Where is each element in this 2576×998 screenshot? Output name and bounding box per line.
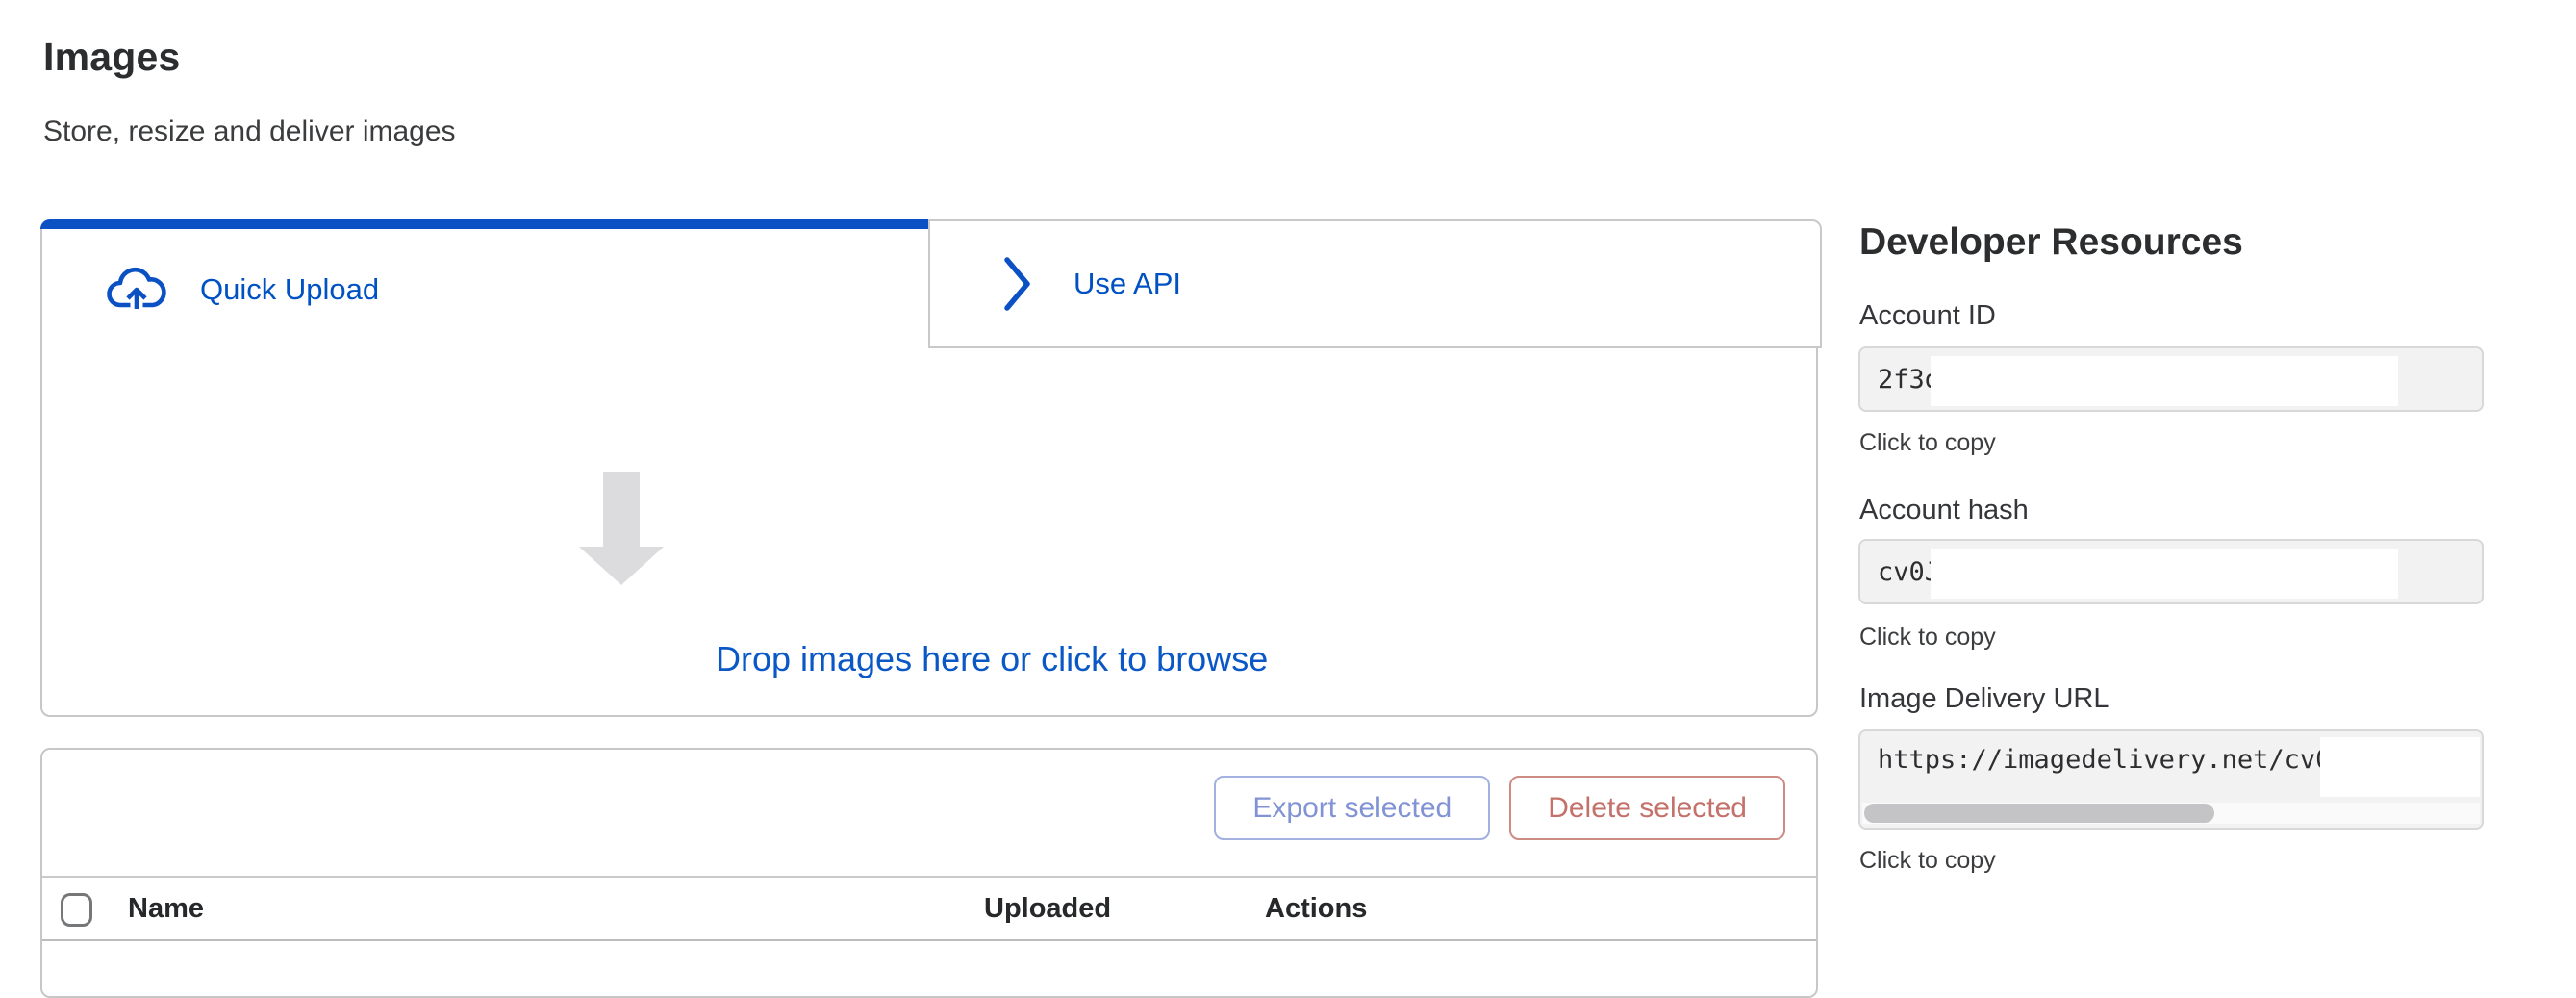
export-selected-button[interactable]: Export selected (1214, 776, 1490, 840)
account-id-label: Account ID (1859, 300, 1996, 332)
column-header-name: Name (128, 893, 204, 925)
select-all-checkbox[interactable] (61, 893, 92, 927)
horizontal-scrollbar (1862, 803, 2480, 824)
column-header-actions: Actions (1265, 893, 1367, 925)
page-subtitle: Store, resize and deliver images (43, 115, 456, 148)
scrollbar-thumb[interactable] (1864, 804, 2214, 823)
delivery-url-copy-hint[interactable]: Click to copy (1859, 847, 1996, 875)
down-arrow-icon (579, 472, 664, 585)
redaction-overlay (2320, 737, 2480, 797)
account-hash-copy-hint[interactable]: Click to copy (1859, 624, 1996, 652)
upload-card: Quick Upload Use API Drop images here or… (40, 219, 1818, 717)
account-id-copy-hint[interactable]: Click to copy (1859, 429, 1996, 457)
delete-selected-button[interactable]: Delete selected (1509, 776, 1785, 840)
dropzone-label: Drop images here or click to browse (716, 639, 1268, 679)
delivery-url-field[interactable]: https://imagedelivery.net/cv0JSj (1858, 729, 2484, 830)
redaction-overlay (1931, 356, 2398, 406)
redaction-overlay (1931, 549, 2398, 599)
page-title: Images (43, 35, 181, 80)
tab-quick-upload[interactable]: Quick Upload (106, 256, 379, 323)
developer-resources-title: Developer Resources (1859, 221, 2243, 264)
account-hash-field[interactable]: cv0J (1858, 539, 2484, 604)
tab-use-api-label: Use API (1073, 267, 1181, 301)
chevron-right-icon (1002, 255, 1033, 313)
column-header-uploaded: Uploaded (984, 893, 1111, 925)
bulk-actions-row: Export selected Delete selected (1214, 776, 1785, 840)
tab-use-api[interactable]: Use API (928, 219, 1822, 348)
account-hash-label: Account hash (1859, 495, 2029, 526)
delivery-url-label: Image Delivery URL (1859, 683, 2109, 715)
delivery-url-value: https://imagedelivery.net/cv0JSj (1878, 745, 2378, 775)
table-header-row: Name Uploaded Actions (42, 876, 1816, 941)
image-dropzone[interactable]: Drop images here or click to browse (42, 348, 1816, 717)
cloud-upload-icon (106, 267, 167, 313)
tab-quick-upload-label: Quick Upload (200, 272, 379, 307)
active-tab-indicator (40, 219, 930, 229)
account-id-field[interactable]: 2f3d (1858, 346, 2484, 412)
image-list-card: Export selected Delete selected Name Upl… (40, 748, 1818, 998)
